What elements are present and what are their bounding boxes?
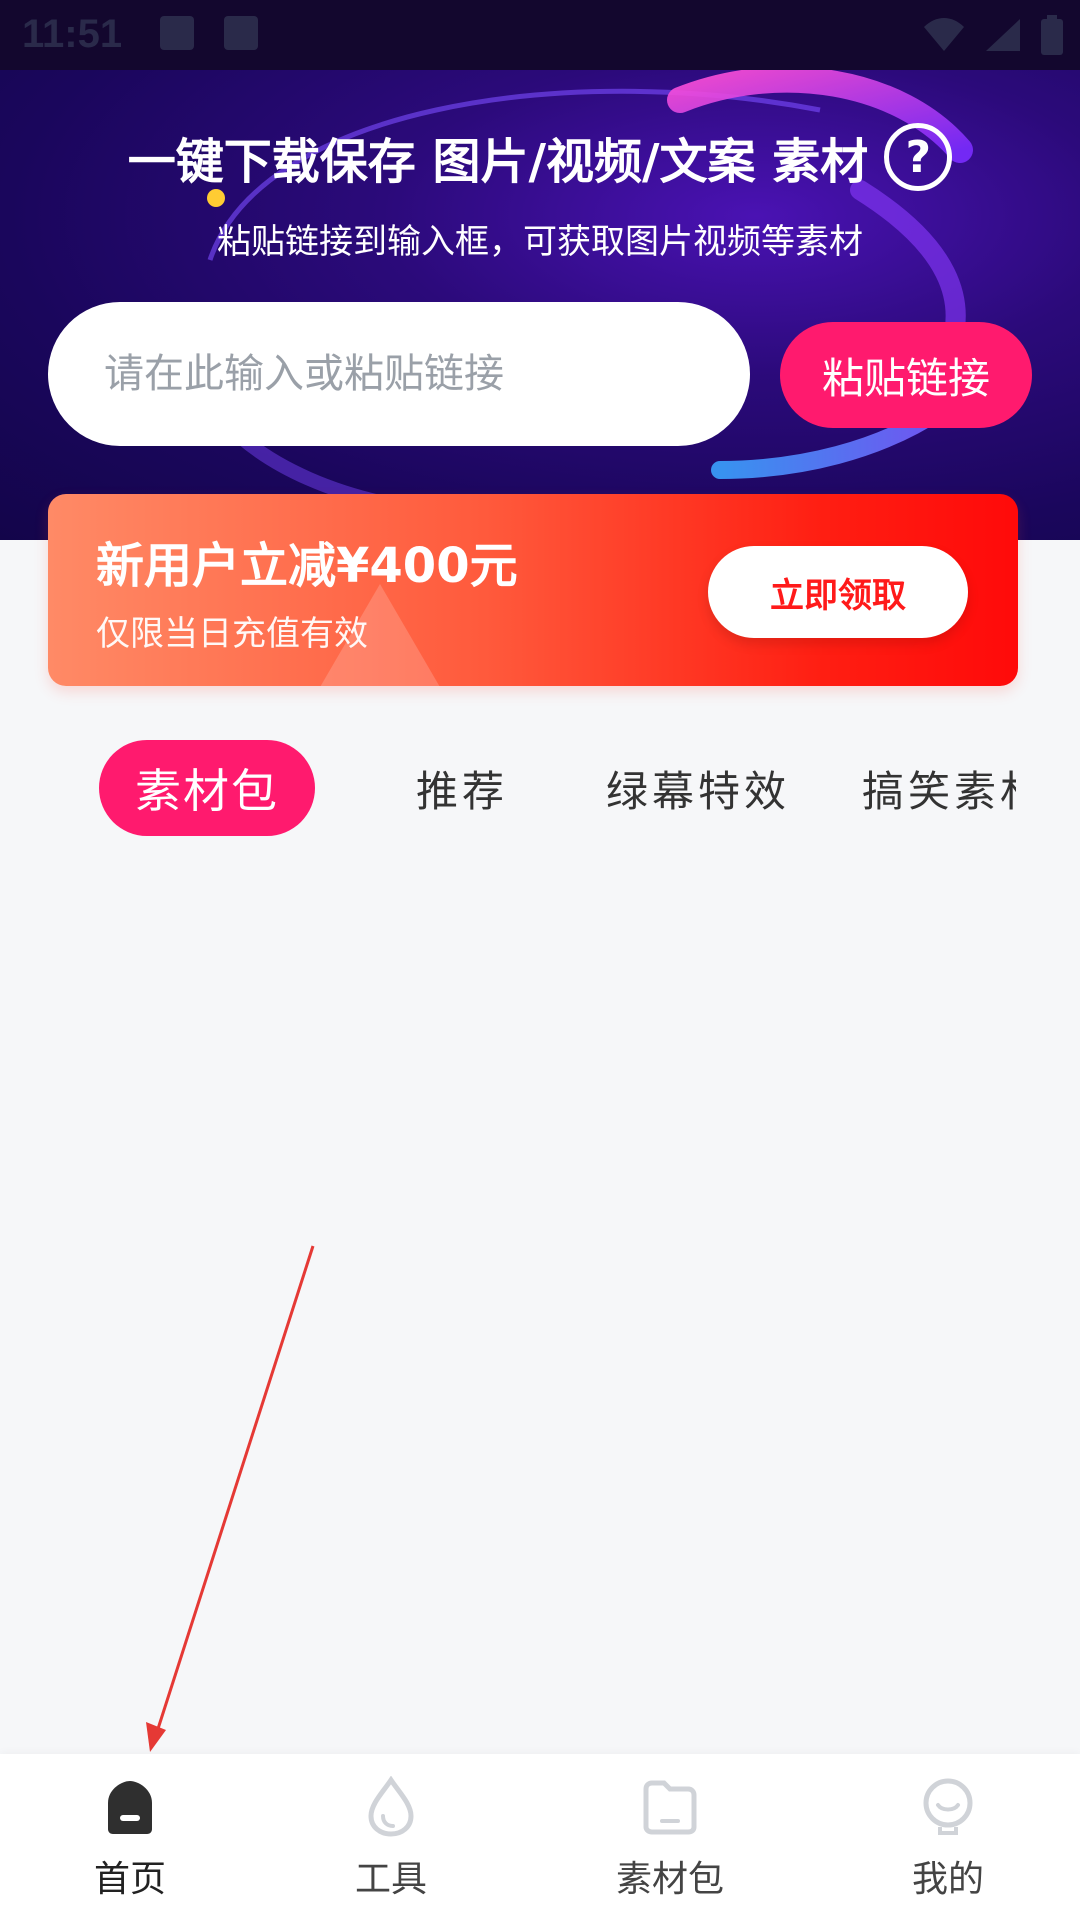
help-icon[interactable]: ? xyxy=(884,123,953,191)
nav-tools[interactable]: 工具 xyxy=(291,1754,491,1920)
page-headline: 一键下载保存 图片/视频/文案 素材 ? xyxy=(0,120,1080,194)
claim-now-button[interactable]: 立即领取 xyxy=(708,546,968,638)
app-notification-icon xyxy=(224,16,258,50)
folder-icon xyxy=(635,1772,705,1842)
category-tabs: 素材包 推荐 绿幕特效 搞笑素材 xyxy=(0,740,1016,836)
nav-mine-label: 我的 xyxy=(911,1859,984,1900)
bottom-navigation: 首页 工具 素材包 我的 xyxy=(0,1754,1080,1920)
nav-material-pack[interactable]: 素材包 xyxy=(570,1754,770,1920)
new-user-promo-banner[interactable]: 新用户立减¥400元 仅限当日充值有效 立即领取 xyxy=(48,494,1018,686)
tab-material-pack[interactable]: 素材包 xyxy=(99,740,315,836)
promo-title: 新用户立减¥400元 xyxy=(96,538,518,594)
image-notification-icon xyxy=(160,16,194,50)
link-input[interactable] xyxy=(48,302,750,446)
help-glyph: ? xyxy=(905,131,932,183)
nav-home-label: 首页 xyxy=(93,1859,166,1900)
home-icon xyxy=(95,1772,165,1842)
header-banner: 11:51 一键下载保存 图片/视频/文案 素材 ? 粘贴链接到输入框，可获取图… xyxy=(0,0,1080,540)
status-time: 11:51 xyxy=(22,12,123,56)
battery-icon xyxy=(1041,15,1063,55)
wifi-icon xyxy=(924,18,964,51)
nav-tools-label: 工具 xyxy=(354,1859,427,1900)
status-bar: 11:51 xyxy=(0,0,1080,70)
tab-recommended[interactable]: 推荐 xyxy=(416,740,508,836)
nav-mine[interactable]: 我的 xyxy=(848,1754,1048,1920)
paste-link-button[interactable]: 粘贴链接 xyxy=(780,322,1032,428)
headline-text: 一键下载保存 图片/视频/文案 素材 xyxy=(127,134,869,190)
nav-material-pack-label: 素材包 xyxy=(615,1859,724,1900)
tab-funny-material[interactable]: 搞笑素材 xyxy=(862,740,1016,836)
drop-icon xyxy=(356,1772,426,1842)
profile-icon xyxy=(913,1772,983,1842)
page-subtitle: 粘贴链接到输入框，可获取图片视频等素材 xyxy=(217,222,863,262)
signal-icon xyxy=(986,19,1020,51)
tab-green-screen[interactable]: 绿幕特效 xyxy=(606,740,790,836)
promo-subtitle: 仅限当日充值有效 xyxy=(96,614,368,654)
nav-home[interactable]: 首页 xyxy=(30,1754,230,1920)
